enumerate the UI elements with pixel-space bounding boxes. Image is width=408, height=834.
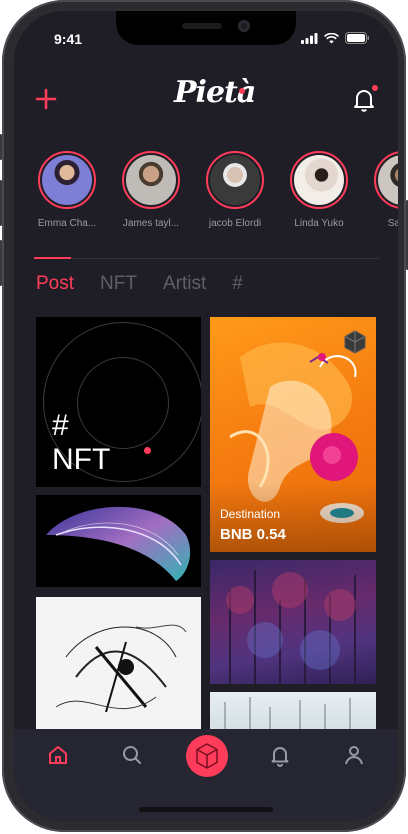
app-screen: 9:41 Pietà Emma Cha... James tayl... jac… bbox=[14, 11, 398, 821]
person-avatar bbox=[42, 155, 92, 205]
battery-icon bbox=[345, 32, 369, 44]
camera bbox=[238, 20, 250, 32]
search-icon[interactable] bbox=[120, 743, 144, 767]
person-avatar bbox=[378, 155, 398, 205]
tab-artist[interactable]: Artist bbox=[163, 273, 206, 295]
status-icons bbox=[301, 32, 370, 44]
stories-row: Emma Cha... James tayl... jacob Elordi L… bbox=[34, 151, 398, 231]
cube-icon[interactable] bbox=[186, 735, 228, 777]
active-tab-indicator bbox=[34, 257, 71, 259]
tab-nft[interactable]: NFT bbox=[100, 273, 137, 295]
ink-sketch-artwork bbox=[55, 624, 187, 713]
signal-icon bbox=[301, 32, 318, 44]
avatar[interactable] bbox=[374, 151, 398, 209]
volume-up-button bbox=[0, 180, 2, 226]
artwork-title: Destination bbox=[220, 507, 281, 521]
story-item[interactable]: Emma Cha... bbox=[34, 151, 100, 231]
person-avatar bbox=[294, 155, 344, 205]
notification-badge bbox=[372, 85, 378, 91]
story-name: Emma Cha... bbox=[37, 218, 97, 229]
person-avatar bbox=[126, 155, 176, 205]
profile-icon[interactable] bbox=[342, 743, 366, 767]
avatar[interactable] bbox=[206, 151, 264, 209]
avatar[interactable] bbox=[38, 151, 96, 209]
tab-post[interactable]: Post bbox=[36, 273, 74, 295]
avatar[interactable] bbox=[122, 151, 180, 209]
tab-hashtag[interactable]: # bbox=[232, 273, 243, 295]
wifi-icon bbox=[324, 32, 339, 43]
story-item[interactable]: James tayl... bbox=[118, 151, 184, 231]
story-name: jacob Elordi bbox=[208, 218, 262, 229]
forest-artwork bbox=[210, 560, 376, 684]
add-button[interactable] bbox=[34, 87, 58, 111]
artwork-card[interactable] bbox=[210, 560, 376, 684]
nft-card-hash: # bbox=[52, 409, 69, 442]
story-name: Sam H bbox=[387, 218, 398, 229]
nft-hashtag-card[interactable]: # NFT bbox=[36, 317, 201, 487]
tabs-divider bbox=[34, 258, 379, 259]
avatar[interactable] bbox=[290, 151, 348, 209]
artwork-price: BNB 0.54 bbox=[220, 526, 286, 543]
speaker bbox=[182, 23, 222, 29]
notch bbox=[116, 11, 296, 45]
tab-bar: Post NFT Artist # bbox=[36, 273, 243, 295]
mute-switch bbox=[0, 134, 2, 160]
story-name: Linda Yuko bbox=[294, 218, 344, 229]
nft-card-label: # NFT bbox=[52, 409, 110, 477]
cube-icon bbox=[344, 330, 366, 354]
featured-artwork-card[interactable]: Destination BNB 0.54 bbox=[210, 317, 376, 552]
accent-dot bbox=[144, 447, 151, 454]
logo-accent-dot bbox=[239, 88, 245, 94]
home-indicator bbox=[139, 807, 273, 812]
status-time: 9:41 bbox=[54, 31, 83, 47]
story-item[interactable]: jacob Elordi bbox=[202, 151, 268, 231]
notification-bell-icon[interactable] bbox=[352, 87, 376, 113]
home-icon[interactable] bbox=[46, 743, 70, 767]
bell-icon[interactable] bbox=[268, 743, 292, 767]
volume-down-button bbox=[0, 240, 2, 286]
artwork-card[interactable] bbox=[36, 495, 201, 587]
person-avatar bbox=[210, 155, 260, 205]
story-name: James tayl... bbox=[122, 218, 180, 229]
nft-card-text: NFT bbox=[52, 443, 111, 476]
phone-frame: 9:41 Pietà Emma Cha... James tayl... jac… bbox=[0, 0, 408, 832]
feather-artwork bbox=[46, 506, 191, 581]
artwork-card[interactable] bbox=[36, 597, 201, 737]
story-item[interactable]: Sam H bbox=[370, 151, 398, 231]
story-item[interactable]: Linda Yuko bbox=[286, 151, 352, 231]
